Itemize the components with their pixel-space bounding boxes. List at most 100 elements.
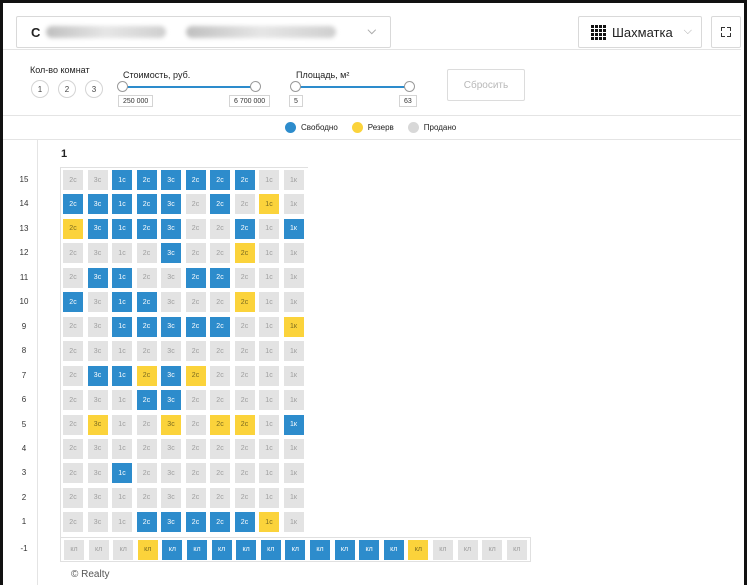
apartment-cell[interactable]: 2с [136,267,157,288]
room-filter-2[interactable]: 2 [58,80,76,98]
storage-cell[interactable]: кл [64,539,84,560]
apartment-cell[interactable]: 1с [259,194,279,215]
apartment-cell[interactable]: 2с [210,170,230,190]
apartment-cell[interactable]: 3с [87,267,108,288]
apartment-cell[interactable]: 1к [283,512,304,533]
storage-cell[interactable]: кл [113,539,134,560]
apartment-cell[interactable]: 3с [161,292,181,313]
apartment-cell[interactable]: 2с [210,512,230,533]
apartment-cell[interactable]: 2с [63,194,83,215]
apartment-cell[interactable]: 2с [63,243,83,264]
apartment-cell[interactable]: 1с [112,218,132,239]
apartment-cell[interactable]: 3с [161,267,181,288]
apartment-cell[interactable]: 2с [210,341,230,362]
apartment-cell[interactable]: 2с [234,316,255,337]
apartment-cell[interactable]: 1с [259,512,279,533]
apartment-cell[interactable]: 1с [259,438,279,459]
apartment-cell[interactable]: 3с [87,170,108,190]
apartment-cell[interactable]: 1с [112,414,132,435]
apartment-cell[interactable]: 1с [112,341,132,362]
apartment-cell[interactable]: 3с [161,365,181,386]
storage-cell[interactable]: кл [137,539,158,560]
apartment-cell[interactable]: 3с [87,243,108,264]
apartment-cell[interactable]: 2с [136,341,157,362]
price-min-handle[interactable] [117,81,128,92]
apartment-cell[interactable]: 2с [210,414,230,435]
apartment-cell[interactable]: 1с [112,438,132,459]
apartment-cell[interactable]: 1к [283,487,304,508]
apartment-cell[interactable]: 1к [283,390,304,411]
apartment-cell[interactable]: 3с [161,194,181,215]
apartment-cell[interactable]: 2с [210,292,230,313]
apartment-cell[interactable]: 3с [87,390,108,411]
apartment-cell[interactable]: 2с [63,414,83,435]
storage-cell[interactable]: кл [260,539,281,560]
apartment-cell[interactable]: 2с [234,365,255,386]
apartment-cell[interactable]: 2с [185,438,206,459]
apartment-cell[interactable]: 3с [161,218,181,239]
apartment-cell[interactable]: 2с [185,341,206,362]
apartment-cell[interactable]: 1к [283,463,304,484]
apartment-cell[interactable]: 1с [259,341,279,362]
storage-cell[interactable]: кл [334,539,355,560]
project-select[interactable]: С ⌵ [16,16,391,48]
apartment-cell[interactable]: 2с [185,414,206,435]
storage-cell[interactable]: кл [88,539,109,560]
apartment-cell[interactable]: 1с [112,267,132,288]
price-max-handle[interactable] [250,81,261,92]
area-min-handle[interactable] [290,81,301,92]
apartment-cell[interactable]: 2с [210,390,230,411]
apartment-cell[interactable]: 1к [283,438,304,459]
apartment-cell[interactable]: 3с [87,218,108,239]
apartment-cell[interactable]: 2с [136,487,157,508]
apartment-cell[interactable]: 3с [87,365,108,386]
room-filter-1[interactable]: 1 [31,80,49,98]
apartment-cell[interactable]: 3с [87,512,108,533]
apartment-cell[interactable]: 2с [234,438,255,459]
apartment-cell[interactable]: 1к [283,414,304,435]
apartment-cell[interactable]: 3с [161,463,181,484]
apartment-cell[interactable]: 2с [185,292,206,313]
storage-cell[interactable]: кл [211,539,232,560]
apartment-cell[interactable]: 2с [210,316,230,337]
apartment-cell[interactable]: 3с [87,463,108,484]
storage-cell[interactable]: кл [359,539,380,560]
apartment-cell[interactable]: 2с [136,194,157,215]
apartment-cell[interactable]: 1к [283,194,304,215]
apartment-cell[interactable]: 1с [112,463,132,484]
apartment-cell[interactable]: 1к [283,316,304,337]
apartment-cell[interactable]: 2с [234,218,255,239]
storage-cell[interactable]: кл [285,539,306,560]
apartment-cell[interactable]: 2с [136,390,157,411]
apartment-cell[interactable]: 2с [234,267,255,288]
apartment-cell[interactable]: 2с [210,463,230,484]
apartment-cell[interactable]: 2с [234,243,255,264]
apartment-cell[interactable]: 2с [136,463,157,484]
apartment-cell[interactable]: 2с [185,316,206,337]
apartment-cell[interactable]: 2с [185,194,206,215]
area-slider-track[interactable] [296,86,410,88]
apartment-cell[interactable]: 2с [136,218,157,239]
apartment-cell[interactable]: 2с [210,487,230,508]
apartment-cell[interactable]: 3с [161,487,181,508]
apartment-cell[interactable]: 1с [259,390,279,411]
area-min-value[interactable]: 5 [289,95,303,107]
apartment-cell[interactable]: 2с [210,365,230,386]
apartment-cell[interactable]: 2с [136,243,157,264]
apartment-cell[interactable]: 1с [259,292,279,313]
price-max-value[interactable]: 6 700 000 [229,95,271,107]
apartment-cell[interactable]: 3с [161,243,181,264]
apartment-cell[interactable]: 2с [185,267,206,288]
apartment-cell[interactable]: 2с [63,218,83,239]
price-slider-track[interactable] [123,86,256,88]
apartment-cell[interactable]: 2с [185,463,206,484]
apartment-cell[interactable]: 3с [87,438,108,459]
apartment-cell[interactable]: 3с [161,390,181,411]
apartment-cell[interactable]: 2с [136,365,157,386]
apartment-cell[interactable]: 1с [259,218,279,239]
apartment-cell[interactable]: 2с [185,243,206,264]
apartment-cell[interactable]: 2с [136,438,157,459]
apartment-cell[interactable]: 2с [63,316,83,337]
apartment-cell[interactable]: 2с [63,390,83,411]
apartment-cell[interactable]: 2с [234,170,255,190]
